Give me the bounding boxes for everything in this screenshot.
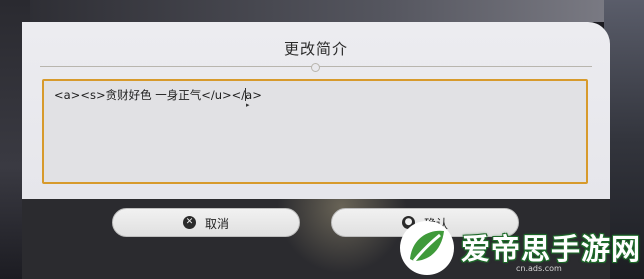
mouse-cursor-icon: ▸ [246, 101, 250, 109]
edit-bio-dialog: 更改简介 <a><s>贪财好色 一身正气</u></a> ▸ [22, 22, 610, 199]
bio-textarea[interactable]: <a><s>贪财好色 一身正气</u></a> ▸ [42, 79, 588, 184]
watermark-url: cn.ads.com [516, 264, 562, 273]
leaf-logo-icon [400, 221, 454, 275]
bio-text-value: <a><s>贪财好色 一身正气</u></a> [54, 88, 262, 102]
cancel-button[interactable]: ✕ 取消 [112, 208, 300, 237]
background-top [0, 0, 644, 22]
cancel-button-label: 取消 [205, 217, 230, 231]
title-ornament-icon [311, 63, 320, 72]
watermark: 爱帝思手游网 cn.ads.com [398, 218, 644, 279]
dialog-title: 更改简介 [283, 40, 348, 58]
text-caret [245, 88, 246, 101]
watermark-text: 爱帝思手游网 [461, 232, 642, 266]
x-circle-icon: ✕ [183, 216, 196, 229]
